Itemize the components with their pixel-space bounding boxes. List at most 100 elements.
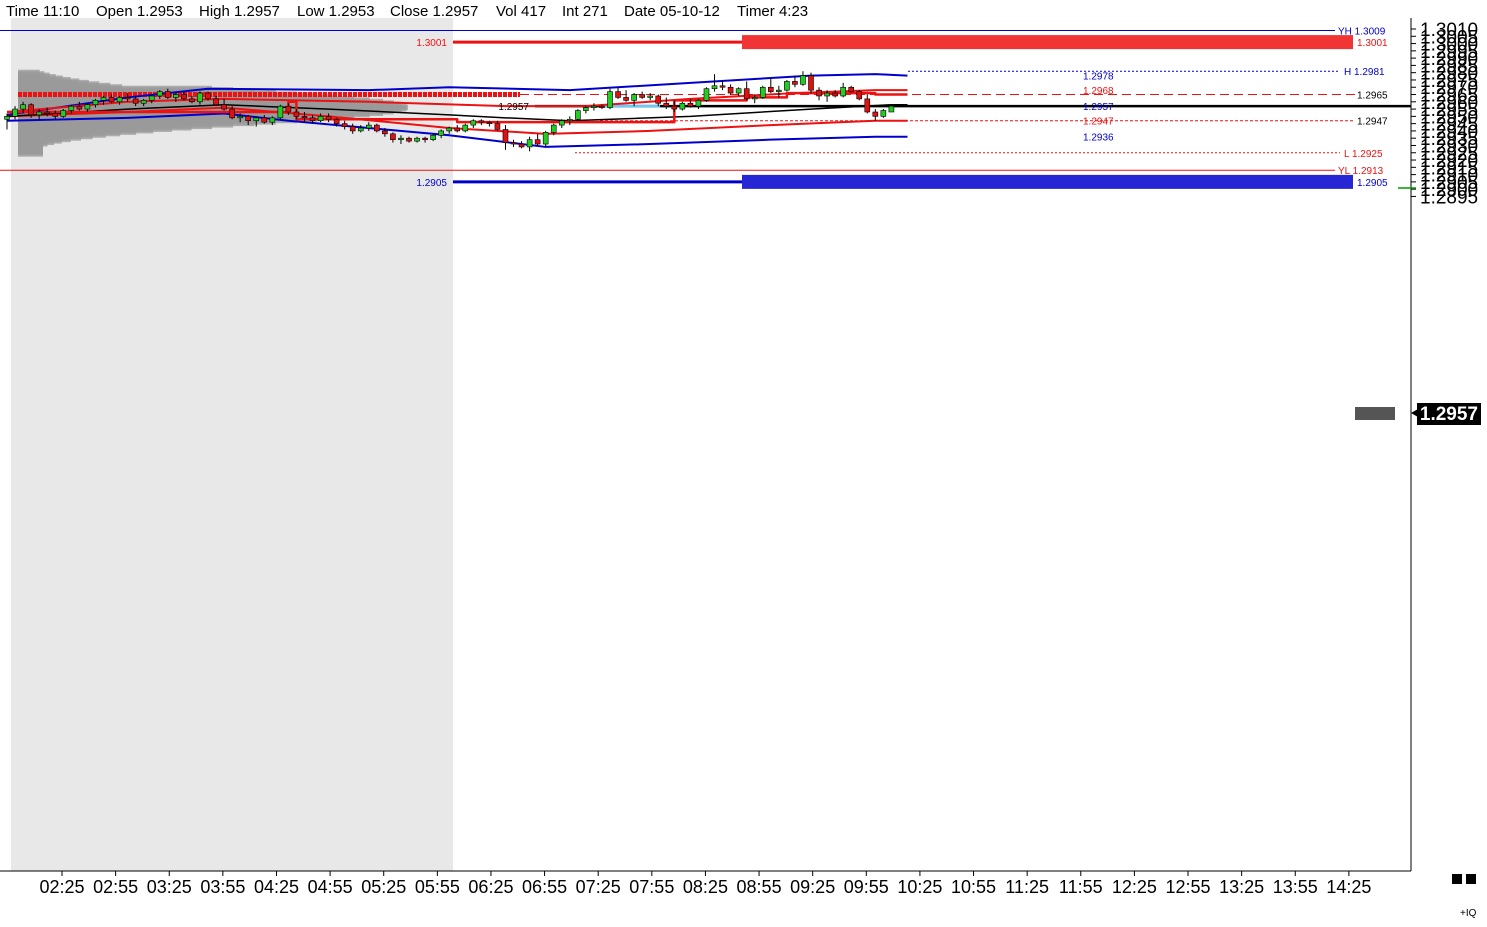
- level-label-yl: YL 1.2913: [1338, 166, 1384, 177]
- candle-down: [494, 123, 501, 130]
- candle-up: [277, 105, 284, 119]
- candle-down: [792, 81, 798, 85]
- band-label: 1.2978: [1083, 72, 1114, 83]
- candle-down: [808, 75, 814, 91]
- level-label-left-resist: 1.3001: [416, 38, 447, 49]
- candle-up: [140, 100, 147, 104]
- header-int: Int 271: [562, 3, 608, 20]
- zoom-in-icon[interactable]: [1466, 874, 1476, 884]
- candle-down: [743, 88, 750, 100]
- x-tick-label: 11:25: [1005, 877, 1049, 897]
- candle-up: [542, 132, 549, 145]
- candle-down: [687, 102, 694, 107]
- candle-down: [518, 143, 525, 148]
- x-tick-label: 13:55: [1273, 877, 1318, 897]
- x-tick-label: 10:55: [951, 877, 996, 897]
- candle-down: [245, 116, 251, 122]
- x-tick-label: 06:25: [468, 877, 513, 897]
- y-tick-label: 1.2895: [1420, 187, 1478, 208]
- header-open: Open 1.2953: [96, 3, 183, 20]
- x-tick-label: 06:55: [522, 877, 567, 897]
- candle-down: [213, 98, 219, 106]
- header-close: Close 1.2957: [390, 3, 478, 20]
- candle-down: [333, 118, 340, 124]
- candle-up: [558, 120, 565, 126]
- candle-up: [68, 105, 75, 111]
- candle-down: [374, 124, 380, 132]
- candle-up: [575, 110, 581, 120]
- candle-down: [832, 92, 838, 97]
- x-tick-label: 03:55: [200, 877, 245, 897]
- candle-up: [357, 127, 364, 132]
- right-price-tag: [1355, 407, 1395, 420]
- candle-down: [727, 86, 734, 94]
- candle-down: [623, 97, 629, 101]
- x-tick-label: 10:25: [897, 877, 942, 897]
- candle-up: [526, 139, 533, 148]
- band-label: 1.2936: [1083, 133, 1114, 144]
- candle-down: [28, 104, 34, 116]
- header-timer: Timer 4:23: [737, 3, 808, 20]
- candle-down: [293, 111, 300, 117]
- candle-up: [888, 105, 895, 113]
- candle-up: [398, 137, 404, 140]
- candle-down: [349, 126, 356, 132]
- previous-session-shade: [11, 18, 453, 871]
- candle-up: [438, 130, 444, 136]
- level-label-left-support: 1.2905: [416, 178, 447, 189]
- candle-down: [671, 105, 678, 110]
- x-tick-label: 05:55: [415, 877, 460, 897]
- candle-down: [663, 102, 670, 107]
- candle-down: [341, 123, 348, 127]
- candle-up: [679, 102, 686, 110]
- candle-up: [365, 124, 372, 129]
- candle-down: [325, 116, 332, 120]
- level-label-val: 1.2947: [1357, 117, 1388, 128]
- header-low: Low 1.2953: [297, 3, 375, 20]
- level-label-poc: 1.2965: [1357, 91, 1388, 102]
- x-tick-label: 04:55: [308, 877, 353, 897]
- candle-down: [856, 91, 863, 100]
- candle-up: [12, 108, 18, 117]
- level-label-low: L 1.2925: [1344, 149, 1383, 160]
- x-tick-label: 12:25: [1112, 877, 1157, 897]
- candle-up: [470, 120, 477, 126]
- profile-bar: [18, 151, 43, 157]
- candle-down: [124, 97, 131, 100]
- candle-up: [462, 124, 469, 132]
- candle-up: [776, 89, 782, 92]
- candle-up: [173, 94, 179, 98]
- band-label: 1.2957: [1083, 102, 1114, 113]
- candle-up: [695, 100, 702, 107]
- candle-down: [454, 127, 461, 132]
- candle-up: [751, 97, 758, 100]
- candle-up: [253, 117, 260, 122]
- candle-down: [181, 94, 187, 100]
- candle-down: [132, 98, 139, 104]
- candle-up: [100, 97, 107, 101]
- candle-down: [309, 117, 316, 122]
- zoom-out-icon[interactable]: [1452, 874, 1462, 884]
- candle-up: [824, 92, 830, 97]
- candle-up: [759, 86, 766, 98]
- header-vol: Vol 417: [496, 3, 546, 20]
- x-tick-label: 11:55: [1059, 877, 1103, 897]
- candle-up: [800, 75, 806, 85]
- candle-down: [390, 133, 396, 140]
- candle-up: [414, 137, 420, 142]
- candle-up: [735, 88, 742, 94]
- candle-down: [615, 91, 621, 98]
- candle-up: [647, 95, 654, 98]
- candle-down: [382, 130, 388, 135]
- candle-up: [840, 86, 846, 97]
- candle-down: [719, 85, 726, 88]
- level-label-high: H 1.2981: [1344, 67, 1385, 78]
- candle-up: [156, 91, 163, 97]
- candle-up: [84, 104, 91, 110]
- candle-down: [285, 105, 292, 113]
- candle-up: [631, 94, 637, 101]
- x-tick-label: 03:25: [147, 877, 192, 897]
- band-label: 1.2947: [1083, 117, 1114, 128]
- header-time: Time 11:10: [6, 3, 79, 20]
- candle-down: [108, 97, 115, 103]
